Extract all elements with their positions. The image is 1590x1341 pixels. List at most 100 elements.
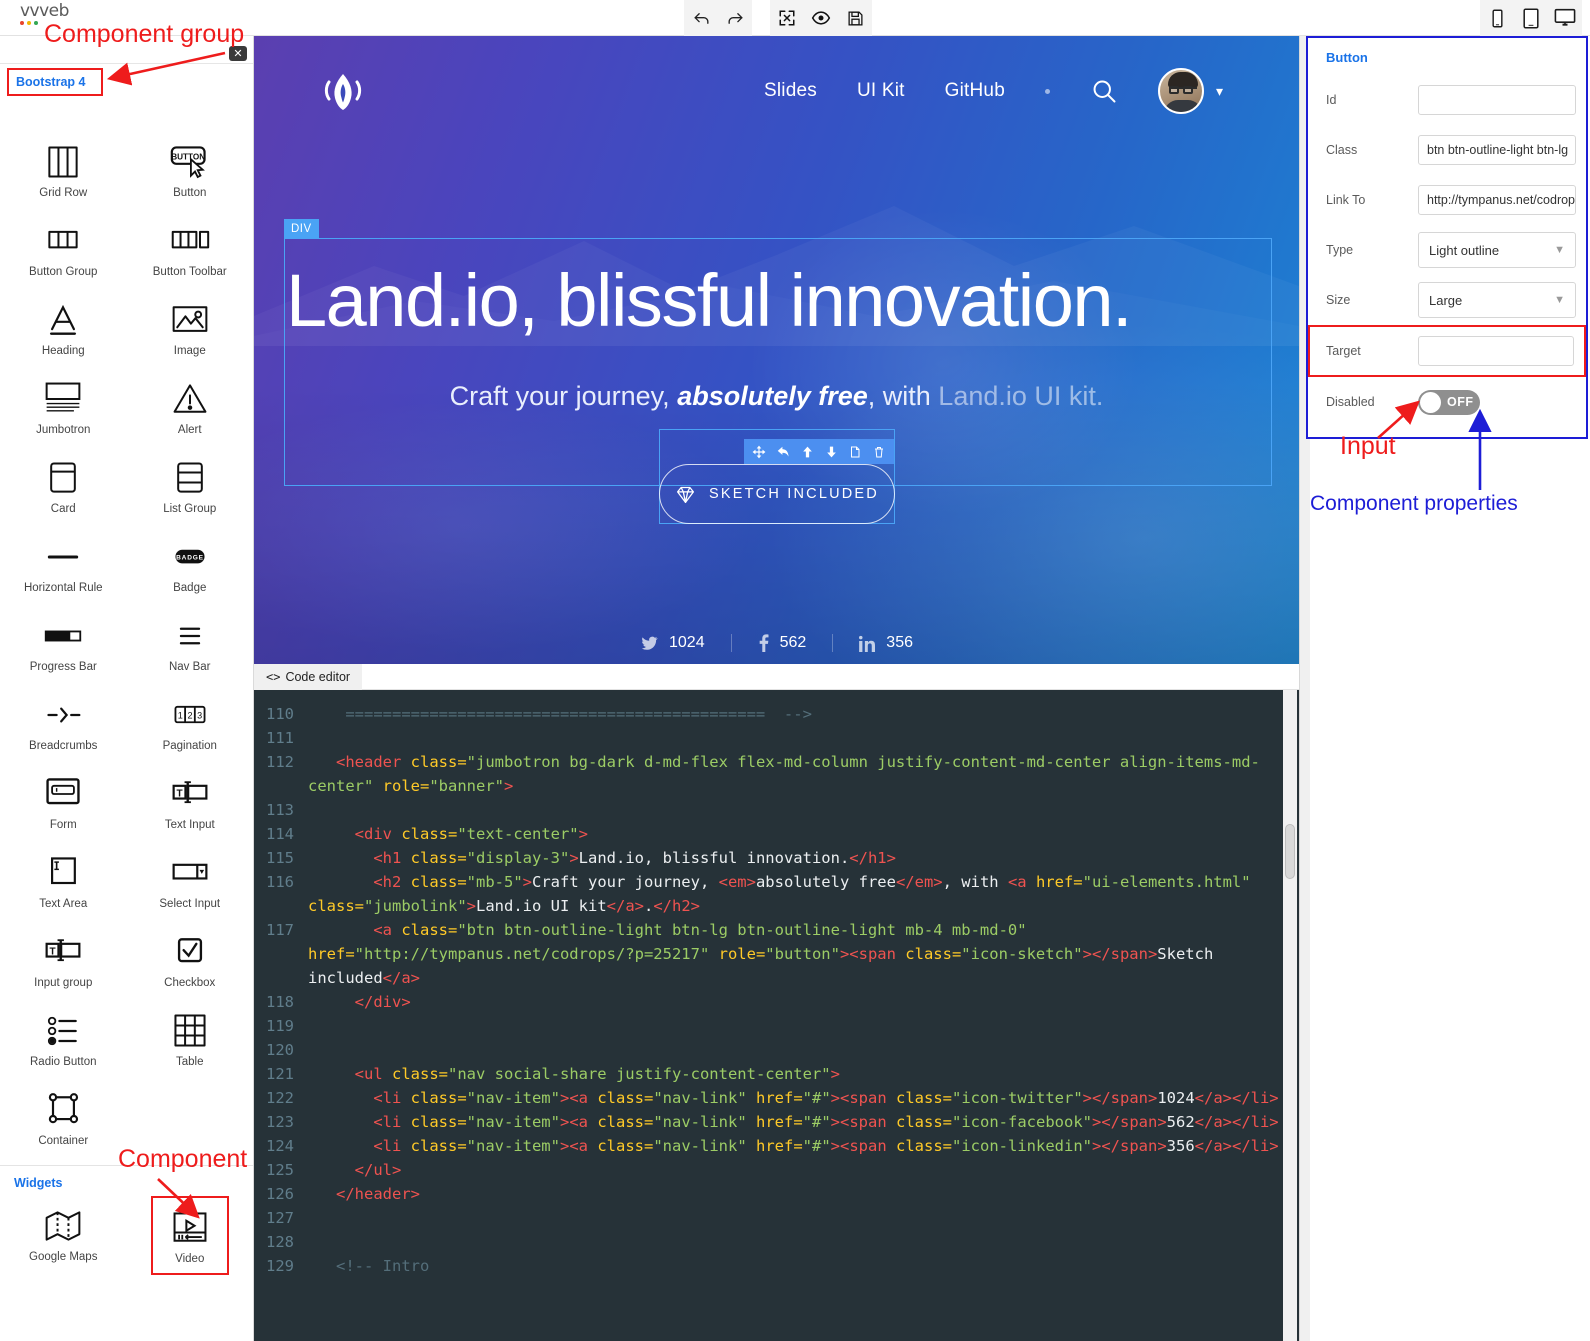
- app-logo[interactable]: vvveb: [20, 2, 130, 25]
- code-line-number: 117: [266, 921, 294, 939]
- component-group-title[interactable]: Bootstrap 4: [7, 68, 103, 96]
- hero-heading[interactable]: Land.io, blissful innovation.: [286, 258, 1286, 344]
- social-share-list: 1024 562 356: [254, 634, 1299, 652]
- class-input[interactable]: btn btn-outline-light btn-lg: [1418, 135, 1576, 165]
- move-icon[interactable]: [748, 439, 770, 464]
- page-canvas[interactable]: Slides UI Kit GitHub ▾ DIV Land.io, blis…: [254, 36, 1299, 664]
- widgets-group-title[interactable]: Widgets: [0, 1166, 253, 1196]
- component-item-radio-button[interactable]: Radio Button: [0, 1001, 127, 1080]
- social-item-linkedin[interactable]: 356: [832, 634, 939, 652]
- property-row-type: Type Light outline ▼: [1308, 225, 1586, 275]
- code-line: <li class="nav-item"><a class="nav-link"…: [373, 1089, 1279, 1107]
- component-item-alert[interactable]: Alert: [127, 369, 254, 448]
- search-icon[interactable]: [1090, 77, 1118, 105]
- target-input[interactable]: [1418, 336, 1574, 366]
- component-item-nav-bar[interactable]: Nav Bar: [127, 606, 254, 685]
- device-tablet-icon[interactable]: [1514, 0, 1548, 36]
- disabled-toggle[interactable]: OFF: [1418, 389, 1480, 415]
- code-scrollbar-track[interactable]: [1283, 690, 1297, 1341]
- landio-brand-icon[interactable]: [320, 68, 366, 114]
- twitter-count: 1024: [669, 634, 705, 651]
- move-up-icon[interactable]: [796, 439, 818, 464]
- nav-separator-dot: [1044, 88, 1050, 94]
- component-item-label: Container: [38, 1135, 89, 1147]
- save-icon[interactable]: [838, 0, 872, 36]
- component-item-card[interactable]: Card: [0, 448, 127, 527]
- widget-item-label: Video: [175, 1253, 205, 1265]
- component-item-button-group[interactable]: Button Group: [0, 211, 127, 290]
- component-item-heading[interactable]: Heading: [0, 290, 127, 369]
- svg-text:3: 3: [197, 711, 202, 721]
- linkedin-icon: [859, 635, 876, 652]
- component-item-badge[interactable]: BADGE Badge: [127, 527, 254, 606]
- tab-code-editor[interactable]: <> Code editor: [254, 664, 363, 690]
- component-item-progress-bar[interactable]: Progress Bar: [0, 606, 127, 685]
- site-navbar: Slides UI Kit GitHub ▾: [254, 36, 1299, 146]
- code-scrollbar-thumb[interactable]: [1285, 824, 1295, 879]
- social-item-twitter[interactable]: 1024: [614, 634, 731, 652]
- component-item-form[interactable]: Form: [0, 764, 127, 843]
- chevron-down-icon[interactable]: ▾: [1216, 83, 1223, 100]
- component-item-button-toolbar[interactable]: Button Toolbar: [127, 211, 254, 290]
- component-item-grid-row[interactable]: Grid Row: [0, 132, 127, 211]
- preview-eye-icon[interactable]: [804, 0, 838, 36]
- component-item-container[interactable]: Container: [0, 1080, 127, 1159]
- linkedin-count: 356: [886, 634, 913, 651]
- nav-link-ui-kit[interactable]: UI Kit: [857, 80, 905, 102]
- link-to-input[interactable]: http://tympanus.net/codrops/?p=25217: [1418, 185, 1576, 215]
- copy-icon[interactable]: [844, 439, 866, 464]
- twitter-icon: [640, 635, 659, 652]
- component-item-horizontal-rule[interactable]: Horizontal Rule: [0, 527, 127, 606]
- component-item-label: Card: [50, 503, 76, 515]
- id-input[interactable]: [1418, 85, 1576, 115]
- component-item-button[interactable]: BUTTON Button: [127, 132, 254, 211]
- undo-icon[interactable]: [684, 0, 718, 36]
- component-item-text-input[interactable]: T Text Input: [127, 764, 254, 843]
- nav-link-slides[interactable]: Slides: [764, 80, 817, 102]
- code-content[interactable]: ========================================…: [302, 690, 1299, 1341]
- device-mobile-icon[interactable]: [1480, 0, 1514, 36]
- widget-item-google-maps[interactable]: Google Maps: [0, 1196, 127, 1275]
- component-item-jumbotron[interactable]: Jumbotron: [0, 369, 127, 448]
- widget-item-label: Google Maps: [29, 1251, 98, 1263]
- device-desktop-icon[interactable]: [1548, 0, 1582, 36]
- avatar[interactable]: [1157, 68, 1204, 114]
- code-editor-body[interactable]: 110 111 112 113 114 115 116 117 118 119 120 121 122 1…: [254, 690, 1299, 1341]
- property-label: Id: [1326, 93, 1337, 107]
- component-item-select-input[interactable]: Select Input: [127, 843, 254, 922]
- hero-sub-link[interactable]: Land.io UI kit.: [938, 381, 1103, 411]
- type-select[interactable]: Light outline ▼: [1418, 232, 1576, 268]
- code-line-number: 110: [266, 705, 294, 723]
- svg-text:T: T: [50, 946, 56, 957]
- social-item-facebook[interactable]: 562: [730, 634, 833, 652]
- component-item-image[interactable]: Image: [127, 290, 254, 369]
- sketch-included-button[interactable]: SKETCH INCLUDED: [659, 464, 895, 524]
- close-icon[interactable]: ✕: [229, 46, 247, 61]
- move-down-icon[interactable]: [820, 439, 842, 464]
- form-icon: [41, 770, 85, 818]
- redo-icon[interactable]: [718, 0, 752, 36]
- component-item-checkbox[interactable]: Checkbox: [127, 922, 254, 1001]
- select-parent-icon[interactable]: [772, 439, 794, 464]
- component-item-list-group[interactable]: List Group: [127, 448, 254, 527]
- toggle-state-label: OFF: [1447, 395, 1474, 409]
- toolbar-center-group: [684, 0, 872, 36]
- svg-text:T: T: [176, 788, 182, 799]
- fullscreen-icon[interactable]: [770, 0, 804, 36]
- text-input-icon: T: [167, 770, 213, 818]
- selection-tag-label: DIV: [284, 219, 319, 239]
- component-item-text-area[interactable]: Text Area: [0, 843, 127, 922]
- delete-icon[interactable]: [868, 439, 890, 464]
- widget-item-video[interactable]: Video: [150, 1196, 229, 1275]
- component-item-pagination[interactable]: 1 2 3 Pagination: [127, 685, 254, 764]
- size-select[interactable]: Large ▼: [1418, 282, 1576, 318]
- component-item-table[interactable]: Table: [127, 1001, 254, 1080]
- component-item-input-group[interactable]: T Input group: [0, 922, 127, 1001]
- component-item-breadcrumbs[interactable]: Breadcrumbs: [0, 685, 127, 764]
- hero-subheading[interactable]: Craft your journey, absolutely free, wit…: [254, 381, 1299, 412]
- nav-link-github[interactable]: GitHub: [945, 80, 1005, 102]
- component-item-label: Button: [173, 187, 207, 199]
- code-line-number: 124: [266, 1137, 294, 1155]
